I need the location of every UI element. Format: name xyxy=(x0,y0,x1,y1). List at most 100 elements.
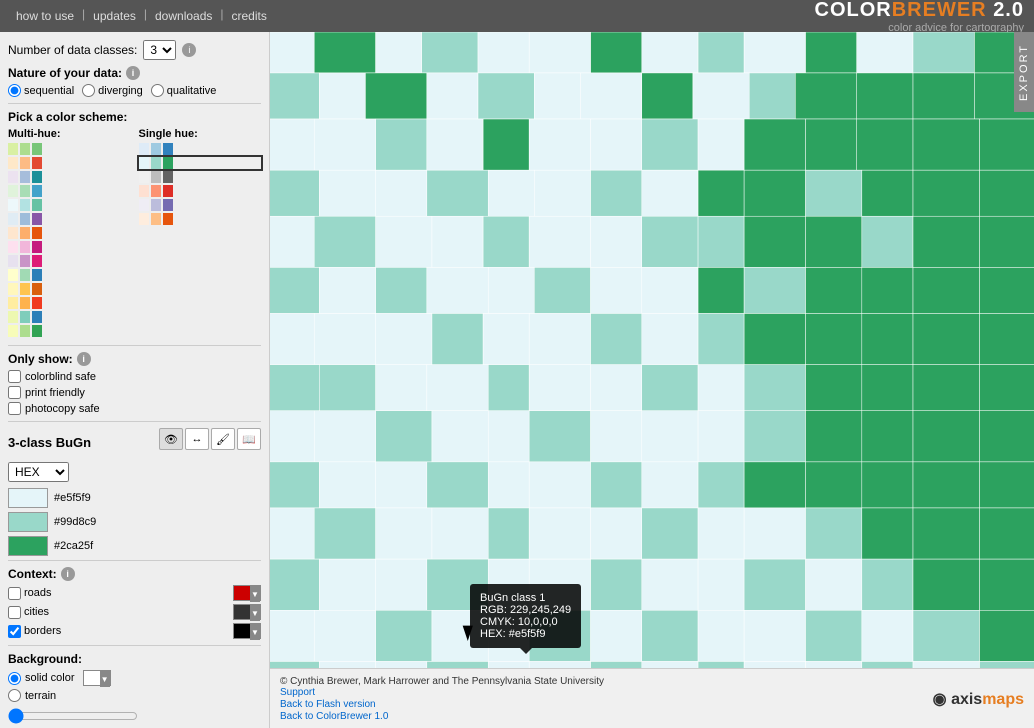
brand-brewer: BREWER xyxy=(892,0,987,21)
cities-color-arrow[interactable]: ▼ xyxy=(250,605,260,621)
swatch-row[interactable] xyxy=(8,241,131,253)
borders-label[interactable]: borders xyxy=(8,625,227,638)
only-show-info-icon[interactable]: i xyxy=(77,352,91,366)
swatch-row[interactable] xyxy=(8,269,131,281)
context-title: Context: i xyxy=(8,567,261,581)
terrain-label[interactable]: terrain xyxy=(8,689,56,702)
data-classes-info-icon[interactable]: i xyxy=(182,43,196,57)
nature-diverging[interactable]: diverging xyxy=(82,84,143,97)
map-background[interactable]: EXPORT BuGn class 1 RGB: 229,245,249 CMY… xyxy=(270,32,1034,728)
nav-links: how to use | updates | downloads | credi… xyxy=(10,7,273,25)
transparency-slider[interactable] xyxy=(8,708,138,724)
swatch-row[interactable] xyxy=(8,157,131,169)
nature-sequential[interactable]: sequential xyxy=(8,84,74,97)
map-area[interactable]: EXPORT BuGn class 1 RGB: 229,245,249 CMY… xyxy=(270,32,1034,728)
swatch xyxy=(32,143,42,155)
swatch-row[interactable] xyxy=(139,185,262,197)
roads-color xyxy=(234,586,250,600)
borders-checkbox[interactable] xyxy=(8,625,21,638)
cities-label[interactable]: cities xyxy=(8,606,227,619)
brand-version: 2.0 xyxy=(993,0,1024,21)
swatch-row[interactable] xyxy=(8,171,131,183)
swatch-row[interactable] xyxy=(8,185,131,197)
nature-qualitative[interactable]: qualitative xyxy=(151,84,217,97)
v1-link[interactable]: Back to ColorBrewer 1.0 xyxy=(280,711,604,722)
map-svg[interactable] xyxy=(270,32,1034,728)
swatch-row[interactable] xyxy=(8,283,131,295)
swatch xyxy=(151,143,161,155)
context-info-icon[interactable]: i xyxy=(61,567,75,581)
swatch xyxy=(32,157,42,169)
borders-color-arrow[interactable]: ▼ xyxy=(250,624,260,640)
data-classes-label: Number of data classes: xyxy=(8,43,137,57)
swatch-row[interactable] xyxy=(8,297,131,309)
print-checkbox[interactable] xyxy=(8,386,21,399)
color-hex-3: #2ca25f xyxy=(54,540,93,552)
swatch-row[interactable] xyxy=(8,227,131,239)
nature-info-icon[interactable]: i xyxy=(126,66,140,80)
print-label[interactable]: print friendly xyxy=(8,386,261,399)
swatch xyxy=(20,171,30,183)
class-panel-title: 3-class BuGn xyxy=(8,435,91,450)
transparency-row: color transparency xyxy=(8,708,261,728)
color-hex-2: #99d8c9 xyxy=(54,516,96,528)
view-icon-btn[interactable]: 👁 xyxy=(159,428,183,450)
color-scheme-section: Pick a color scheme: Multi-hue: xyxy=(8,103,261,339)
photocopy-label[interactable]: photocopy safe xyxy=(8,402,261,415)
multi-hue-title: Multi-hue: xyxy=(8,128,131,140)
nav-downloads[interactable]: downloads xyxy=(149,7,218,25)
nav-updates[interactable]: updates xyxy=(87,7,142,25)
nav-how-to-use[interactable]: how to use xyxy=(10,7,80,25)
swatch-row[interactable] xyxy=(139,213,262,225)
swatch-row[interactable] xyxy=(139,143,262,155)
book-icon-btn[interactable]: 📖 xyxy=(237,428,261,450)
brand-color: COLOR xyxy=(815,0,892,21)
format-select[interactable]: HEXRGBCMYK xyxy=(8,462,69,482)
solid-color-label[interactable]: solid color xyxy=(8,672,75,685)
paint-icon-btn[interactable]: 🖌 xyxy=(211,428,235,450)
counties[interactable] xyxy=(270,32,1034,728)
photocopy-checkbox[interactable] xyxy=(8,402,21,415)
swatch-row[interactable] xyxy=(8,199,131,211)
roads-checkbox[interactable] xyxy=(8,587,21,600)
roads-color-arrow[interactable]: ▼ xyxy=(250,586,260,602)
cities-checkbox[interactable] xyxy=(8,606,21,619)
colorblind-label[interactable]: colorblind safe xyxy=(8,370,261,383)
bg-color xyxy=(84,671,100,685)
arrows-icon-btn[interactable]: ↔ xyxy=(185,428,209,450)
nav-credits[interactable]: credits xyxy=(226,7,273,25)
colorblind-checkbox[interactable] xyxy=(8,370,21,383)
swatch xyxy=(32,269,42,281)
swatch-row[interactable] xyxy=(8,213,131,225)
cities-row: cities ▼ xyxy=(8,604,261,620)
swatch xyxy=(8,241,18,253)
swatch xyxy=(139,199,149,211)
color-box-3 xyxy=(8,536,48,556)
flash-link[interactable]: Back to Flash version xyxy=(280,699,604,710)
nature-title: Nature of your data: i xyxy=(8,66,261,80)
swatch-row[interactable] xyxy=(8,143,131,155)
bg-color-arrow[interactable]: ▼ xyxy=(100,671,110,687)
swatch-row[interactable] xyxy=(8,325,131,337)
data-classes-select[interactable]: 3456789 xyxy=(143,40,176,60)
support-link[interactable]: Support xyxy=(280,687,604,698)
brand-container: COLORBREWER 2.0 color advice for cartogr… xyxy=(815,0,1024,34)
swatch-row-bugn[interactable] xyxy=(139,157,262,169)
solid-radio[interactable] xyxy=(8,672,21,685)
roads-color-picker[interactable]: ▼ xyxy=(233,585,261,601)
left-panel: Number of data classes: 3456789 i Nature… xyxy=(0,32,270,728)
swatch-row[interactable] xyxy=(139,199,262,211)
roads-label[interactable]: roads xyxy=(8,587,227,600)
swatch-row[interactable] xyxy=(8,255,131,267)
class-panel: 3-class BuGn 👁 ↔ 🖌 📖 HEXRGBCMYK #e5f5f9 xyxy=(8,421,261,556)
swatch-row[interactable] xyxy=(139,171,262,183)
bg-color-picker[interactable]: ▼ xyxy=(83,670,111,686)
terrain-radio[interactable] xyxy=(8,689,21,702)
cities-color-picker[interactable]: ▼ xyxy=(233,604,261,620)
cities-color xyxy=(234,605,250,619)
swatch-row[interactable] xyxy=(8,311,131,323)
swatch xyxy=(139,213,149,225)
borders-color-picker[interactable]: ▼ xyxy=(233,623,261,639)
footer-logo: ◉ axismaps xyxy=(933,689,1024,709)
export-button[interactable]: EXPORT xyxy=(1014,32,1034,112)
